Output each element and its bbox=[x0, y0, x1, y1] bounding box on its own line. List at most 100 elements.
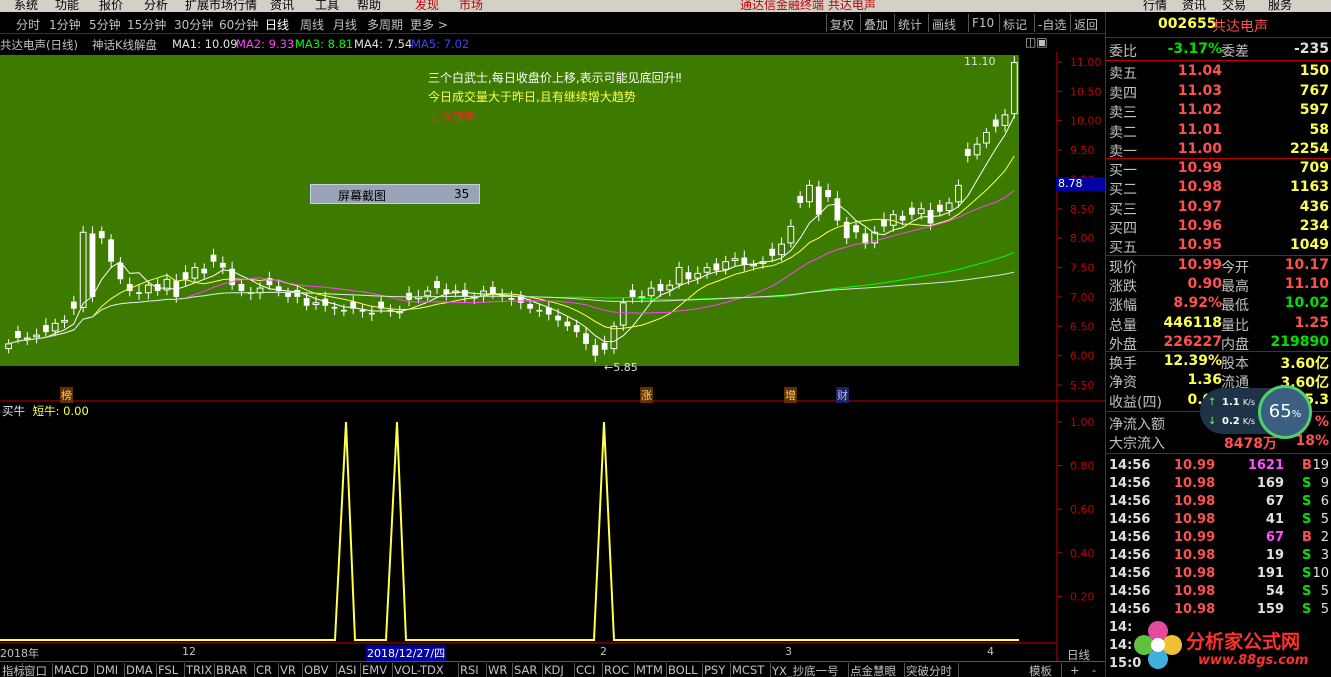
indicator-tab-25[interactable]: 点金慧眼 bbox=[850, 663, 896, 677]
event-marker-rise[interactable]: 涨 bbox=[640, 387, 653, 403]
period-tab-0[interactable]: 分时 bbox=[16, 16, 40, 33]
period-tab-9[interactable]: 多周期 bbox=[367, 16, 403, 33]
ask-label: 卖五 bbox=[1109, 66, 1137, 82]
menu-item-11[interactable]: 行情 bbox=[1143, 0, 1167, 12]
period-tab-10[interactable]: 更多 > bbox=[410, 16, 448, 33]
menu-item-7[interactable]: 帮助 bbox=[357, 0, 381, 12]
toolbar-button-3[interactable]: 画线 bbox=[932, 16, 956, 33]
candle-down bbox=[340, 309, 347, 312]
period-tab-8[interactable]: 月线 bbox=[333, 16, 357, 33]
menu-item-6[interactable]: 工具 bbox=[315, 0, 339, 12]
indicator-tab-21[interactable]: BOLL bbox=[668, 663, 698, 677]
window-buttons-icon[interactable]: ◫▣ bbox=[1025, 35, 1048, 49]
indicator-tab-27[interactable]: 模板 bbox=[1029, 663, 1052, 677]
period-tab-1[interactable]: 1分钟 bbox=[49, 16, 81, 33]
period-tab-4[interactable]: 30分钟 bbox=[174, 16, 213, 33]
menu-item-12[interactable]: 资讯 bbox=[1182, 0, 1206, 12]
indicator-tab-16[interactable]: SAR bbox=[514, 663, 537, 677]
menu-item-4[interactable]: 扩展市场行情 bbox=[185, 0, 257, 12]
toolbar-button-7[interactable]: 返回 bbox=[1074, 16, 1098, 33]
indicator-tab-15[interactable]: WR bbox=[488, 663, 507, 677]
toolbar-button-6[interactable]: -自选 bbox=[1038, 16, 1066, 33]
download-arrow-icon: ↓ bbox=[1208, 416, 1217, 427]
tab-separator bbox=[634, 663, 635, 677]
stat-value-2: 1.25 bbox=[1294, 314, 1329, 331]
tick-side: B bbox=[1302, 530, 1312, 545]
tab-separator bbox=[52, 663, 53, 677]
indicator-tab-10[interactable]: OBV bbox=[304, 663, 328, 677]
menu-item-2[interactable]: 报价 bbox=[99, 0, 123, 12]
indicator-tab-1[interactable]: 窗口 bbox=[24, 663, 47, 677]
indicator-tab-19[interactable]: ROC bbox=[604, 663, 629, 677]
toolbar-button-4[interactable]: F10 bbox=[972, 16, 994, 30]
toolbar-button-0[interactable]: 复权 bbox=[830, 16, 854, 33]
indicator-tab-24[interactable]: YX_抄底一号 bbox=[772, 663, 839, 677]
indicator-tab-20[interactable]: MTM bbox=[636, 663, 663, 677]
tab-separator bbox=[156, 663, 157, 677]
menu-item-13[interactable]: 交易 bbox=[1222, 0, 1246, 12]
period-tab-6[interactable]: 日线 bbox=[265, 16, 289, 33]
toolbar-button-5[interactable]: 标记 bbox=[1003, 16, 1027, 33]
candle-down bbox=[98, 231, 105, 239]
indicator-tab-6[interactable]: TRIX bbox=[186, 663, 212, 677]
tick-volume: 67 bbox=[1265, 494, 1284, 509]
indicator-tab-18[interactable]: CCI bbox=[576, 663, 595, 677]
toolbar-button-2[interactable]: 统计 bbox=[898, 16, 922, 33]
menu-item-9[interactable]: 市场 bbox=[459, 0, 483, 12]
menu-item-10[interactable]: 通达信金融终端 共达电声 bbox=[740, 0, 876, 12]
buy-signal-line bbox=[0, 421, 1019, 641]
indicator-tab-11[interactable]: ASI bbox=[338, 663, 357, 677]
candle-down bbox=[89, 233, 96, 297]
event-marker-finance[interactable]: 财 bbox=[836, 387, 849, 403]
x-date-0: 2018年 bbox=[0, 647, 39, 660]
candle-up bbox=[79, 231, 87, 308]
screenshot-tooltip-label: 屏幕截图 bbox=[338, 189, 387, 203]
indicator-tab-5[interactable]: FSL bbox=[158, 663, 178, 677]
toolbar-button-1[interactable]: 叠加 bbox=[864, 16, 888, 33]
ask-volume: 2254 bbox=[1290, 141, 1329, 157]
indicator-tab-17[interactable]: KDJ bbox=[544, 663, 564, 677]
panel-divider bbox=[1106, 60, 1331, 61]
indicator-tab-7[interactable]: BRAR bbox=[216, 663, 247, 677]
event-marker-rank[interactable]: 榜 bbox=[60, 387, 73, 403]
menu-item-0[interactable]: 系统 bbox=[14, 0, 38, 12]
menu-item-14[interactable]: 服务 bbox=[1268, 0, 1292, 12]
indicator-tab-3[interactable]: DMI bbox=[96, 663, 118, 677]
menu-item-1[interactable]: 功能 bbox=[55, 0, 79, 12]
stat-value-2: 219890 bbox=[1270, 333, 1329, 350]
tab-separator bbox=[574, 663, 575, 677]
indicator-tab-12[interactable]: EMV bbox=[362, 663, 387, 677]
bid-price: 10.97 bbox=[1177, 198, 1222, 215]
indicator-tab-8[interactable]: CR bbox=[256, 663, 272, 677]
indicator-tab-14[interactable]: RSI bbox=[460, 663, 479, 677]
indicator-tab-13[interactable]: VOL-TDX bbox=[394, 663, 444, 677]
kline-chart[interactable]: 11.0010.5010.009.509.008.508.007.507.006… bbox=[0, 52, 1105, 661]
indicator-tab-2[interactable]: MACD bbox=[54, 663, 88, 677]
period-label-1[interactable]: + bbox=[1070, 663, 1080, 677]
candle-up bbox=[694, 272, 702, 279]
memory-gauge[interactable]: 65% bbox=[1258, 385, 1312, 439]
menu-item-8[interactable]: 发现 bbox=[415, 0, 439, 12]
period-tab-3[interactable]: 15分钟 bbox=[127, 16, 166, 33]
indicator-tab-9[interactable]: VR bbox=[280, 663, 296, 677]
period-tab-7[interactable]: 周线 bbox=[300, 16, 324, 33]
candle-down bbox=[573, 325, 580, 333]
indicator-tab-23[interactable]: MCST bbox=[732, 663, 764, 677]
period-tab-2[interactable]: 5分钟 bbox=[89, 16, 121, 33]
ma4-label: MA4: 7.54 bbox=[354, 37, 413, 51]
period-label-2[interactable]: - bbox=[1092, 663, 1096, 677]
ind-y-tick-label: 0.60 bbox=[1070, 503, 1095, 516]
event-marker-increase[interactable]: 增 bbox=[784, 387, 797, 403]
menu-item-5[interactable]: 资讯 bbox=[270, 0, 294, 12]
period-label-0[interactable]: 日线 bbox=[1067, 647, 1090, 663]
ind-y-tick-label: 0.80 bbox=[1070, 460, 1095, 473]
indicator-name[interactable]: 神话K线解盘 bbox=[92, 37, 157, 53]
candle-down bbox=[592, 345, 599, 356]
stock-title: 共达电声(日线) bbox=[0, 38, 78, 52]
indicator-tab-22[interactable]: PSY bbox=[704, 663, 725, 677]
indicator-tab-26[interactable]: 突破分时 bbox=[906, 663, 952, 677]
toolbar-separator bbox=[894, 14, 895, 32]
menu-item-3[interactable]: 分析 bbox=[144, 0, 168, 12]
period-tab-5[interactable]: 60分钟 bbox=[219, 16, 258, 33]
indicator-tab-4[interactable]: DMA bbox=[126, 663, 153, 677]
